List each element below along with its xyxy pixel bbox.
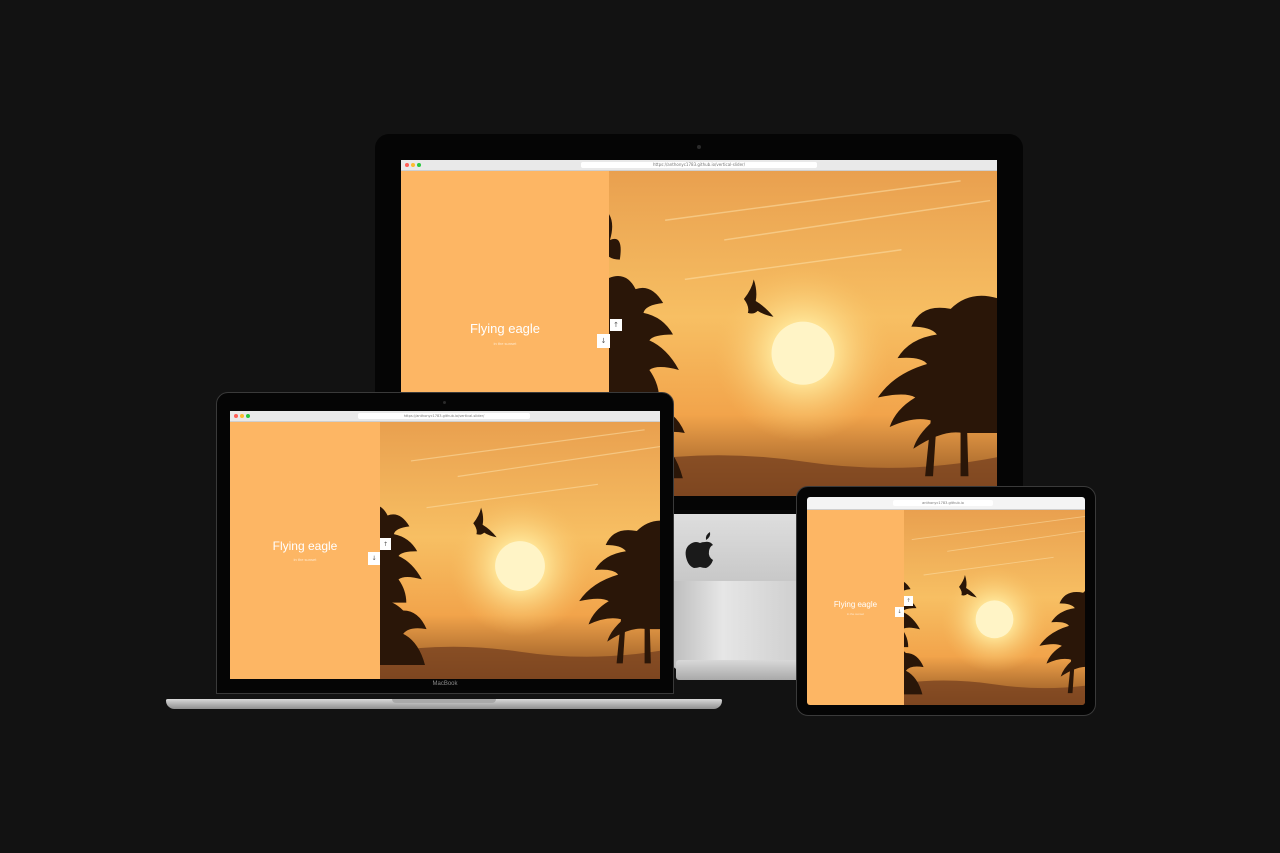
maximize-dot-icon[interactable] xyxy=(417,163,421,167)
imac-camera xyxy=(697,145,701,149)
sunset-eagle-photo xyxy=(904,510,1085,705)
device-mockup-scene: https://anthonyc1783.github.io/vertical-… xyxy=(0,0,1280,853)
address-bar[interactable]: https://anthonyc1783.github.io/vertical-… xyxy=(581,162,817,168)
slide-image xyxy=(380,422,660,679)
slide-subtitle: in the sunset xyxy=(846,611,864,616)
slide-up-button[interactable]: ↑ xyxy=(610,319,622,331)
maximize-dot-icon[interactable] xyxy=(246,414,250,418)
close-dot-icon[interactable] xyxy=(405,163,409,167)
close-dot-icon[interactable] xyxy=(234,414,238,418)
window-controls xyxy=(405,163,421,167)
slide-down-button[interactable]: ↓ xyxy=(895,607,904,617)
slide-down-button[interactable]: ↓ xyxy=(368,552,380,565)
laptop-notch xyxy=(392,699,496,703)
imac-stand-base xyxy=(676,660,800,680)
slide-title: Flying eagle xyxy=(272,539,338,553)
laptop-camera xyxy=(443,401,446,404)
slide-subtitle: in the sunset xyxy=(493,341,517,346)
slide-text-panel: Flying eagle in the sunset xyxy=(230,422,380,679)
sunset-eagle-photo xyxy=(380,422,660,679)
tablet-browser-toolbar: anthonyc1783.github.io xyxy=(807,497,1085,510)
slide-up-button[interactable]: ↑ xyxy=(380,538,391,550)
address-bar[interactable]: anthonyc1783.github.io xyxy=(893,500,993,506)
slide-subtitle: in the sunset xyxy=(293,557,317,562)
apple-logo-icon xyxy=(684,532,716,568)
address-bar[interactable]: https://anthonyc1783.github.io/vertical-… xyxy=(358,413,530,419)
laptop-brand-label: MacBook xyxy=(432,681,458,687)
imac-browser-toolbar: https://anthonyc1783.github.io/vertical-… xyxy=(401,160,997,171)
tablet-device: anthonyc1783.github.io Flying eagle in t… xyxy=(796,486,1096,716)
laptop-browser-toolbar: https://anthonyc1783.github.io/vertical-… xyxy=(230,411,660,422)
laptop-screen: https://anthonyc1783.github.io/vertical-… xyxy=(230,411,660,679)
minimize-dot-icon[interactable] xyxy=(240,414,244,418)
minimize-dot-icon[interactable] xyxy=(411,163,415,167)
window-controls xyxy=(234,414,250,418)
tablet-screen: anthonyc1783.github.io Flying eagle in t… xyxy=(807,497,1085,705)
slide-down-button[interactable]: ↓ xyxy=(597,334,610,348)
laptop-display: https://anthonyc1783.github.io/vertical-… xyxy=(216,392,674,694)
slide-image xyxy=(904,510,1085,705)
slide-title: Flying eagle xyxy=(833,599,878,609)
slide-text-panel: Flying eagle in the sunset xyxy=(807,510,904,705)
slide-title: Flying eagle xyxy=(469,321,541,336)
slide-up-button[interactable]: ↑ xyxy=(904,596,913,606)
